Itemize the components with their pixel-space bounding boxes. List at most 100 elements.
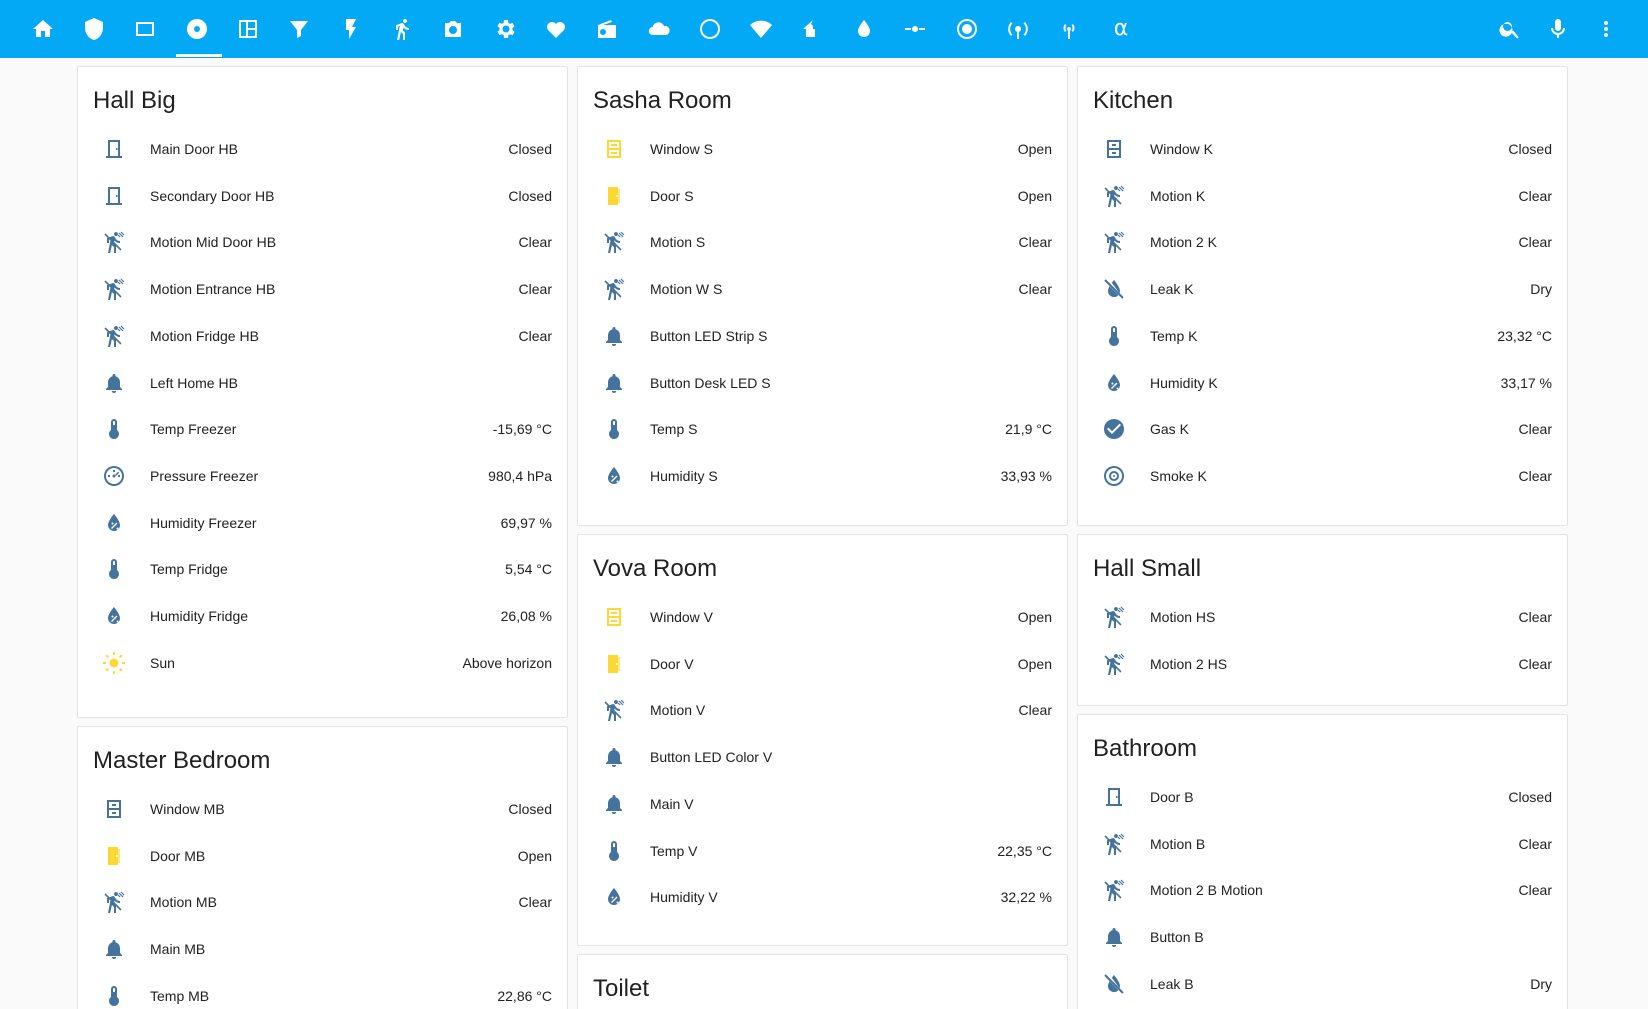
- entity-state: Clear: [518, 327, 552, 344]
- cloud-icon[interactable]: [638, 8, 680, 50]
- entity-row[interactable]: Temp Fridge 5,54 °C: [78, 545, 567, 593]
- entity-state: 32,22 %: [1000, 889, 1052, 906]
- tablet-icon[interactable]: [124, 8, 166, 50]
- entity-name: Gas K: [1150, 421, 1189, 438]
- entity-row[interactable]: Motion B Clear: [1078, 820, 1567, 868]
- entity-name: Humidity S: [650, 467, 718, 484]
- humidity-icon: [1094, 363, 1134, 403]
- entity-row[interactable]: Motion V Clear: [578, 686, 1067, 734]
- entity-row[interactable]: Window V Open: [578, 593, 1067, 641]
- home-thermometer-icon[interactable]: [792, 8, 834, 50]
- entity-name: Temp Freezer: [150, 421, 237, 438]
- entity-row[interactable]: Motion K Clear: [1078, 172, 1567, 220]
- entity-row[interactable]: Main Door HB Closed: [78, 125, 567, 173]
- entity-state: Clear: [1518, 421, 1552, 438]
- entity-name: Motion HS: [1150, 609, 1216, 625]
- water-icon[interactable]: [843, 8, 885, 50]
- entity-row[interactable]: Motion 2 K Clear: [1078, 218, 1567, 266]
- alpha-icon[interactable]: α: [1100, 8, 1142, 50]
- card-title: Master Bedroom: [93, 747, 271, 774]
- record-icon[interactable]: [946, 8, 988, 50]
- motion-icon: [94, 882, 134, 922]
- entity-state: Open: [1017, 655, 1052, 672]
- entity-row[interactable]: Humidity K 33,17 %: [1078, 359, 1567, 407]
- entity-row[interactable]: Motion HS Clear: [1078, 593, 1567, 641]
- entity-row[interactable]: Smoke K Clear: [1078, 452, 1567, 500]
- entity-name: Door S: [650, 187, 694, 204]
- entity-row[interactable]: Leak B Dry: [1078, 960, 1567, 1008]
- esp-icon[interactable]: [689, 8, 731, 50]
- entity-row[interactable]: Leak K Dry: [1078, 265, 1567, 313]
- entity-name: Window S: [650, 141, 714, 157]
- entity-name: Motion Mid Door HB: [150, 234, 277, 251]
- wifi-alert-icon[interactable]: [740, 8, 782, 50]
- entity-row[interactable]: Motion Mid Door HB Clear: [78, 218, 567, 266]
- heart-pulse-icon[interactable]: [535, 8, 577, 50]
- entity-row[interactable]: Window MB Closed: [78, 785, 567, 833]
- filter-icon[interactable]: [278, 8, 320, 50]
- access-point-icon[interactable]: [1048, 8, 1090, 50]
- entity-name: Temp K: [1150, 327, 1198, 344]
- entity-row[interactable]: Pressure Freezer 980,4 hPa: [78, 452, 567, 500]
- motion-icon: [1094, 644, 1134, 684]
- entity-row[interactable]: Motion 2 HS Clear: [1078, 640, 1567, 688]
- disc-icon[interactable]: [176, 8, 218, 50]
- entity-row[interactable]: Secondary Door HB Closed: [78, 172, 567, 220]
- entity-name: Smoke K: [1150, 467, 1207, 484]
- entity-row[interactable]: Motion 2 B Motion Clear: [1078, 866, 1567, 914]
- entity-name: Door MB: [150, 847, 206, 864]
- more-icon[interactable]: [1585, 8, 1627, 50]
- entity-state: Clear: [518, 234, 552, 251]
- entity-row[interactable]: Motion MB Clear: [78, 878, 567, 926]
- microphone-icon[interactable]: [1537, 8, 1579, 50]
- entity-row[interactable]: Temp MB 22,86 °C: [78, 972, 567, 1009]
- entity-row[interactable]: Button LED Color V: [578, 733, 1067, 781]
- entity-row[interactable]: Button B: [1078, 913, 1567, 961]
- entity-row[interactable]: Window S Open: [578, 125, 1067, 173]
- entity-state: Clear: [1518, 835, 1552, 852]
- entity-row[interactable]: Motion S Clear: [578, 218, 1067, 266]
- entity-row[interactable]: Main V: [578, 780, 1067, 828]
- radio-icon[interactable]: [586, 8, 628, 50]
- entity-row[interactable]: Door B Closed: [1078, 773, 1567, 821]
- entity-row[interactable]: Humidity Freezer 69,97 %: [78, 499, 567, 547]
- entity-name: Motion 2 B Motion: [1150, 882, 1263, 899]
- dashboard-icon[interactable]: [227, 8, 269, 50]
- entity-row[interactable]: Door MB Open: [78, 832, 567, 880]
- entity-row[interactable]: Motion Entrance HB Clear: [78, 265, 567, 313]
- thermometer-icon: [94, 549, 134, 589]
- entity-state: Closed: [508, 187, 552, 204]
- entity-state: 33,93 %: [1000, 467, 1052, 484]
- entity-row[interactable]: Motion W S Clear: [578, 265, 1067, 313]
- entity-row[interactable]: Temp S 21,9 °C: [578, 405, 1067, 453]
- entity-row[interactable]: Humidity S 33,93 %: [578, 452, 1067, 500]
- thermometer-icon: [594, 831, 634, 871]
- entity-row[interactable]: Door S Open: [578, 172, 1067, 220]
- entity-row[interactable]: Main MB: [78, 925, 567, 973]
- shield-icon[interactable]: [73, 8, 115, 50]
- antenna-icon[interactable]: [997, 8, 1039, 50]
- entity-name: Left Home HB: [150, 374, 238, 391]
- flash-icon[interactable]: [330, 8, 372, 50]
- water-off-icon: [1094, 269, 1134, 309]
- motion-icon[interactable]: [381, 8, 423, 50]
- entity-row[interactable]: Sun Above horizon: [78, 639, 567, 687]
- entity-row[interactable]: Door V Open: [578, 640, 1067, 688]
- entity-row[interactable]: Button LED Strip S: [578, 312, 1067, 360]
- entity-row[interactable]: Left Home HB: [78, 359, 567, 407]
- entity-row[interactable]: Window K Closed: [1078, 125, 1567, 173]
- entity-row[interactable]: Motion Fridge HB Clear: [78, 312, 567, 360]
- entity-row[interactable]: Humidity Fridge 26,08 %: [78, 592, 567, 640]
- entity-row[interactable]: Gas K Clear: [1078, 405, 1567, 453]
- home-icon[interactable]: [22, 8, 64, 50]
- search-icon[interactable]: [1489, 8, 1531, 50]
- camera-icon[interactable]: [432, 8, 474, 50]
- entity-row[interactable]: Temp Freezer -15,69 °C: [78, 405, 567, 453]
- entity-row[interactable]: Button Desk LED S: [578, 359, 1067, 407]
- entity-row[interactable]: Humidity V 32,22 %: [578, 873, 1067, 921]
- valve-icon[interactable]: [894, 8, 936, 50]
- entity-row[interactable]: Temp K 23,32 °C: [1078, 312, 1567, 360]
- gear-icon[interactable]: [484, 8, 526, 50]
- entity-row[interactable]: Temp V 22,35 °C: [578, 827, 1067, 875]
- entity-name: Button B: [1150, 929, 1204, 946]
